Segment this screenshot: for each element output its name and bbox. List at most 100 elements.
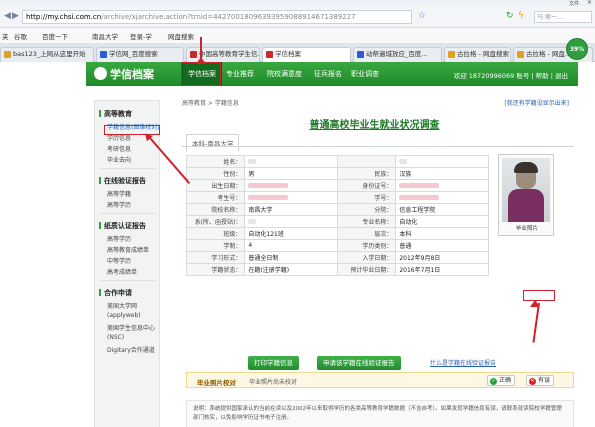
browser-tab[interactable]: 古拉格 - 网盘搜索 [444, 47, 511, 62]
tab-label: 古拉格 - 网盘搜索 [457, 50, 509, 58]
arrowhead-photo [530, 300, 540, 307]
info-label: 专业名称： [336, 215, 397, 228]
info-label: 预计毕业日期： [336, 263, 397, 276]
bookmark-prefix: 夹 [2, 33, 9, 41]
error-button[interactable]: ✕ 有误 [526, 375, 555, 386]
info-label: 学号： [336, 191, 397, 204]
back-icon[interactable]: ◀ [4, 11, 11, 21]
info-label: 层次： [336, 227, 397, 240]
bookmark-login[interactable]: 登录-学 [130, 31, 152, 41]
sidebar-item[interactable]: 美国学生信息中心 [107, 323, 155, 332]
info-row: 学籍状态： 在籍(注册学籍) 预计毕业日期： 2016年7月1日 [185, 263, 489, 276]
info-value [395, 155, 489, 168]
url-path: /archive/xjarchive.action?trnid=44270018… [101, 13, 356, 21]
photo-hair [514, 162, 538, 173]
search-input[interactable]: 马:索一… [534, 11, 592, 23]
info-label: 学习形式： [185, 251, 246, 264]
sidebar-item[interactable]: 高等教育成绩单 [107, 245, 149, 254]
info-value: 2012年9月8日 [395, 251, 489, 264]
bookmark-google[interactable]: 谷歌 [14, 31, 27, 41]
tab-label: 学信档案 [275, 50, 301, 58]
site-page: 学信档案 学信档案 专业推荐 院校满意度 征兵报名 职业调查 欢迎 187209… [0, 37, 595, 427]
info-value [395, 179, 489, 192]
info-row: 班级： 自动化121班 层次： 本科 [185, 227, 489, 240]
sidebar-item[interactable]: 毕业去向 [107, 155, 131, 164]
browser-tab[interactable]: 学信网_百度搜索 [96, 47, 184, 62]
sidebar-divider [99, 280, 157, 281]
missing-record-link[interactable]: [我还有学籍没显示出来] [504, 98, 569, 107]
tab-label: 动帮遍城放应_百度… [366, 50, 428, 58]
info-label [336, 155, 397, 168]
bookmark-pan-search[interactable]: 网盘搜索 [168, 31, 194, 41]
welcome-text[interactable]: 欢迎 18720996069 账号 | 帮助 | 退出 [454, 70, 568, 80]
record-tab[interactable]: 本科-南昌大学 [186, 134, 240, 152]
what-is-report-link[interactable]: 什么是学籍在线验证报告 [430, 358, 496, 367]
url-input[interactable]: http://my.chsi.com.cn/archive/xjarchive.… [22, 10, 412, 24]
check-icon: ✓ [490, 378, 497, 385]
apply-report-button[interactable]: 申请该学籍在线验证报告 [317, 356, 401, 370]
nav-career-survey[interactable]: 职业调查 [351, 69, 379, 79]
annotation-box-sidebar [104, 125, 160, 135]
sidebar-item[interactable]: (applyweb) [107, 312, 141, 319]
bookmark-baidu[interactable]: 百度一下 [42, 31, 68, 41]
student-photo: 毕业照片 [498, 154, 554, 236]
student-info-table: 姓名： 性别：男民族： 汉族 出生日期： 身份证号： 考生号： 学号： 院校名称： 南昌大学 分院… [185, 155, 489, 276]
refresh-icon[interactable]: ↻ [506, 11, 514, 21]
tab-favicon-icon [266, 51, 273, 58]
sidebar-item[interactable]: 高等学历 [107, 200, 131, 209]
browser-tab[interactable]: bas123_上网从这里开始 [0, 47, 94, 62]
breadcrumb: 高等教育 > 学籍信息 [182, 100, 239, 107]
nav-major-recommend[interactable]: 专业推荐 [226, 69, 254, 79]
redacted-value [248, 219, 257, 224]
sidebar-item[interactable]: 高等学籍 [107, 189, 131, 198]
info-value: 在籍(注册学籍) [244, 263, 338, 276]
nav-school-satisfaction[interactable]: 院校满意度 [267, 69, 302, 79]
arrowhead-nav [196, 57, 206, 64]
redacted-value [399, 195, 440, 200]
info-label: 考生号： [185, 191, 246, 204]
info-value [244, 215, 338, 228]
info-row: 学习形式： 普通全日制 入学日期： 2012年9月8日 [185, 251, 489, 264]
info-label: 性别： [185, 167, 246, 180]
print-record-button[interactable]: 打印学籍信息 [248, 356, 299, 370]
browser-window: 文件 ✕ ◀ ▶ http://my.chsi.com.cn/archive/x… [0, 0, 595, 427]
browser-tab[interactable]: 学信档案 [262, 47, 351, 63]
sidebar-divider [99, 213, 157, 214]
site-logo[interactable]: 学信档案 [94, 66, 154, 82]
info-row: 姓名： [185, 155, 489, 168]
sidebar-item[interactable]: 美国大学网 [107, 301, 137, 310]
left-sidebar: 高等教育 学籍信息(图像校对) 学历信息 考研信息 毕业去向 在线验证报告 高等学籍 高等学历… [94, 100, 160, 427]
info-value: 自动化121班 [244, 227, 338, 240]
info-label: 身份证号： [336, 179, 397, 192]
browser-tab[interactable]: 动帮遍城放应_百度… [353, 47, 442, 62]
correct-label: 正确 [499, 377, 512, 384]
info-label: 系(所、函授站)： [185, 215, 246, 228]
bookmark-ncu[interactable]: 南昌大学 [92, 31, 118, 41]
info-value: 普通 [395, 239, 489, 252]
info-label: 院校名称： [185, 203, 246, 216]
sidebar-item[interactable]: (NSC) [107, 334, 124, 341]
info-value: 汉族 [395, 167, 489, 180]
info-row: 性别：男民族： 汉族 [185, 167, 489, 180]
bolt-icon[interactable]: ϟ [518, 11, 524, 21]
sidebar-item[interactable]: 高考成绩单 [107, 267, 137, 276]
logo-icon [94, 67, 107, 80]
info-label: 入学日期： [336, 251, 397, 264]
tab-favicon-icon [4, 51, 11, 58]
forward-icon[interactable]: ▶ [12, 11, 19, 21]
correct-button[interactable]: ✓ 正确 [487, 375, 516, 386]
sidebar-item[interactable]: 高等学历 [107, 234, 131, 243]
sidebar-item[interactable]: Digitary合作通道 [107, 345, 155, 354]
page-title[interactable]: 普通高校毕业生就业状况调查 [172, 116, 577, 131]
sidebar-divider [99, 168, 157, 169]
speed-gauge[interactable]: 39% [566, 38, 588, 60]
cross-icon: ✕ [529, 378, 536, 385]
logo-text: 学信档案 [110, 68, 154, 81]
sidebar-item[interactable]: 考研信息 [107, 144, 131, 153]
tab-favicon-icon [357, 51, 364, 58]
star-icon[interactable]: ☆ [418, 11, 426, 21]
sidebar-item[interactable]: 中等学历 [107, 256, 131, 265]
tab-divider [182, 146, 574, 147]
nav-military-enroll[interactable]: 征兵报名 [314, 69, 342, 79]
info-value [395, 191, 489, 204]
